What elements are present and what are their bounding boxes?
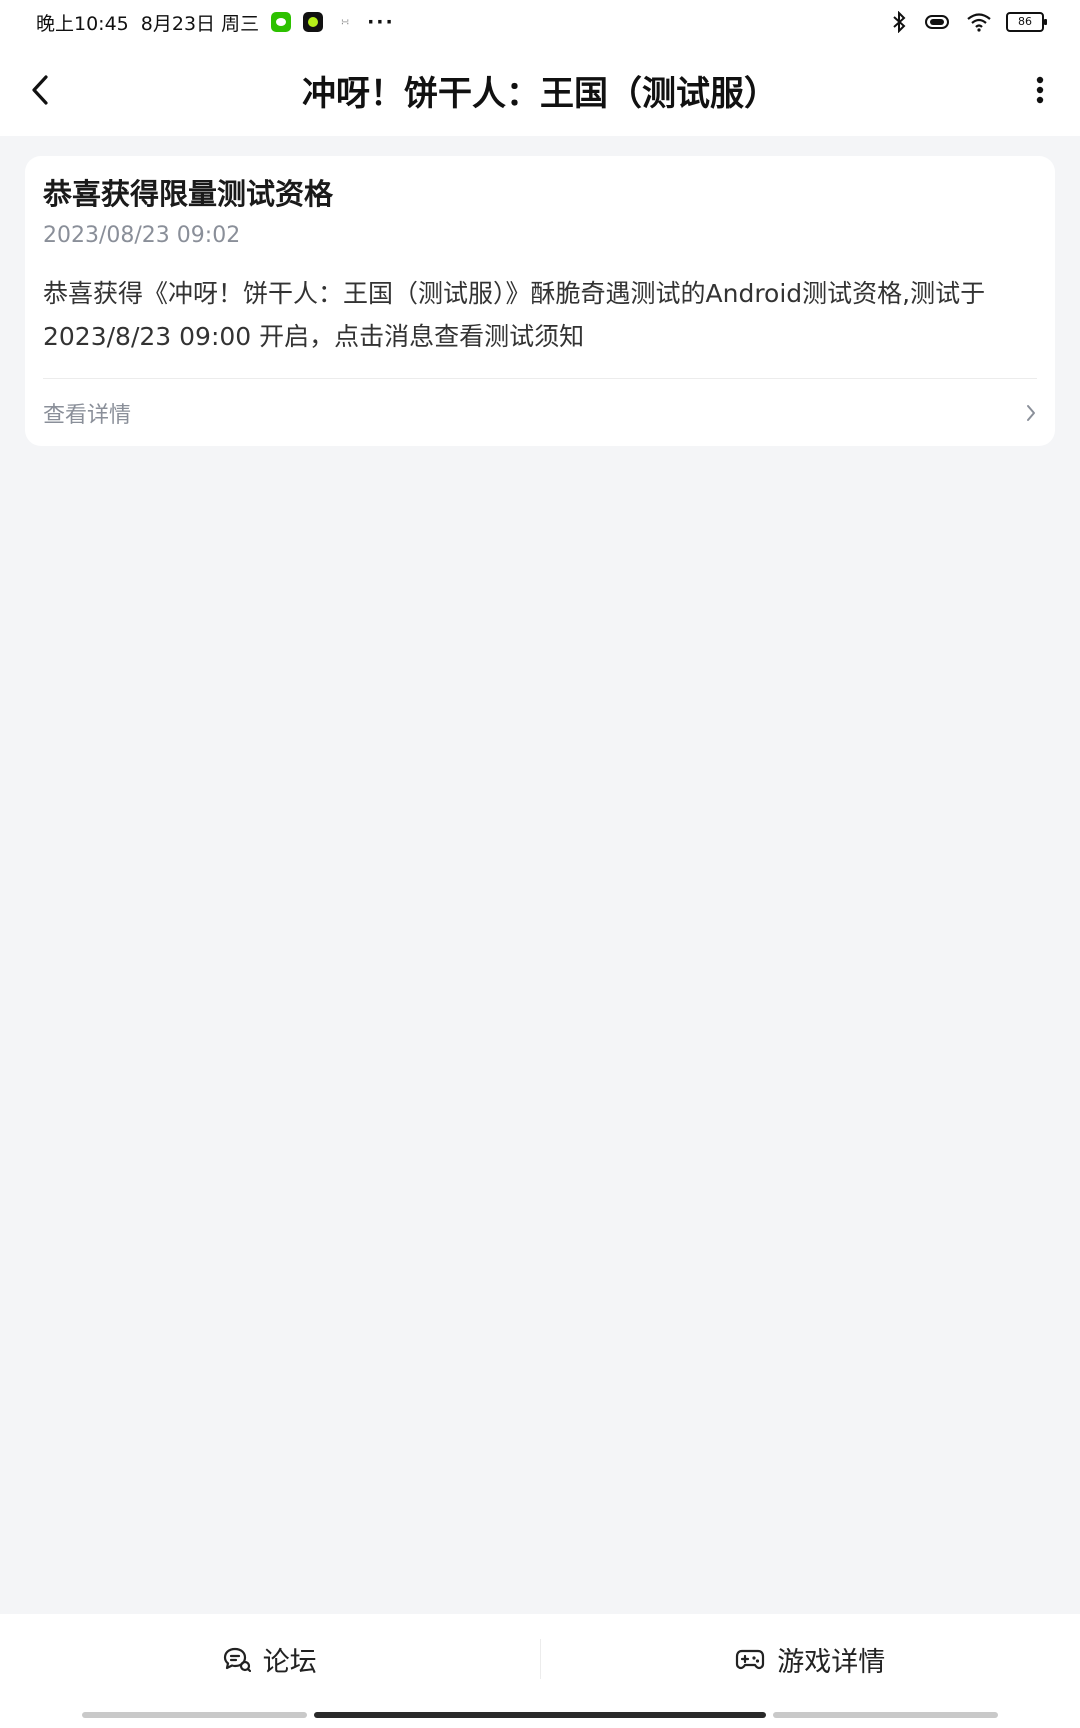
status-time: 晚上10:45 <box>36 12 129 35</box>
chevron-right-icon <box>1027 404 1035 421</box>
vibrate-icon <box>925 15 949 29</box>
view-details-link[interactable]: 查看详情 <box>43 379 1037 446</box>
game-details-label: 游戏详情 <box>777 1646 886 1678</box>
home-indicator <box>0 1704 1080 1728</box>
wechat-notification-icon <box>271 12 292 32</box>
indicator-left-segment <box>82 1712 307 1718</box>
view-details-label: 查看详情 <box>43 402 132 428</box>
page-title: 冲呀！饼干人：王国（测试服） <box>302 73 778 114</box>
app-notification-icon <box>303 12 324 32</box>
status-bar: 晚上10:45 8月23日 周三 ∺ ··· 86 <box>0 0 1080 44</box>
small-notification-icon: ∺ <box>340 16 350 28</box>
indicator-right-segment <box>773 1712 998 1718</box>
home-gesture-bar[interactable] <box>314 1712 766 1718</box>
more-vertical-icon <box>1036 76 1044 104</box>
bluetooth-icon <box>893 11 906 33</box>
notice-body: 恭喜获得《冲呀！饼干人：王国（测试服）》酥脆奇遇测试的Android测试资格,测… <box>43 279 986 351</box>
status-date: 8月23日 周三 <box>140 12 260 35</box>
bottom-bar: 论坛 游戏详情 <box>0 1614 1080 1704</box>
notice-card[interactable]: 恭喜获得限量测试资格 2023/08/23 09:02 恭喜获得《冲呀！饼干人：… <box>25 156 1055 446</box>
more-notifications-icon: ··· <box>367 11 395 33</box>
battery-indicator: 86 <box>1006 12 1047 32</box>
notice-title: 恭喜获得限量测试资格 <box>43 177 334 211</box>
title-bar: 冲呀！饼干人：王国（测试服） <box>0 44 1080 136</box>
notice-timestamp: 2023/08/23 09:02 <box>43 223 241 248</box>
forum-button[interactable]: 论坛 <box>0 1614 540 1704</box>
forum-label: 论坛 <box>262 1646 317 1678</box>
status-left: 晚上10:45 8月23日 周三 ∺ ··· <box>36 9 395 36</box>
gamepad-icon <box>736 1649 765 1670</box>
status-right: 86 <box>890 11 1047 33</box>
more-options-button[interactable] <box>1014 64 1066 116</box>
game-details-button[interactable]: 游戏详情 <box>541 1614 1080 1704</box>
wifi-icon <box>967 13 991 32</box>
chat-icon <box>223 1647 251 1672</box>
